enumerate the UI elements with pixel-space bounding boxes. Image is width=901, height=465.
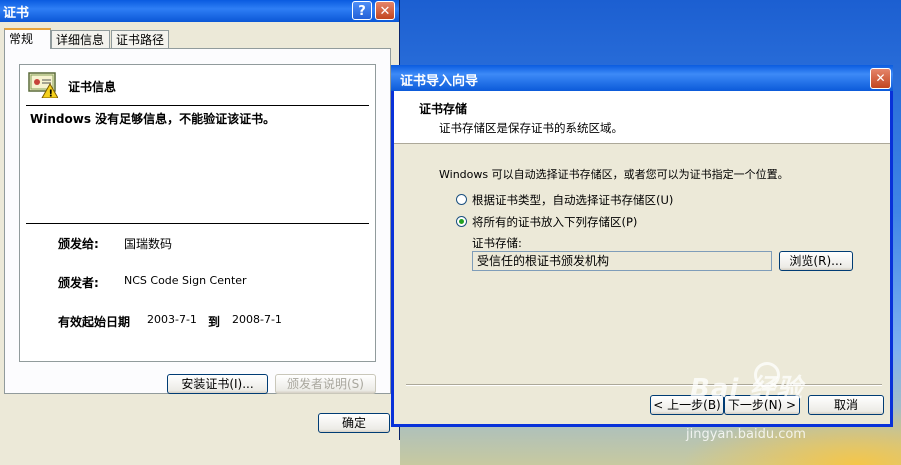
install-certificate-button[interactable]: 安装证书(I)... <box>167 374 268 394</box>
verification-warning: Windows 没有足够信息，不能验证该证书。 <box>30 112 276 126</box>
close-button[interactable]: ✕ <box>375 1 395 20</box>
wizard-separator <box>406 384 882 386</box>
validity-from: 2003-7-1 <box>147 313 197 326</box>
validity-to-label: 到 <box>208 315 221 329</box>
wizard-header-subtitle: 证书存储区是保存证书的系统区域。 <box>439 121 623 135</box>
general-tab-panel: ! 证书信息 Windows 没有足够信息，不能验证该证书。 颁发给: 国瑞数码… <box>4 48 391 394</box>
wizard-close-button[interactable]: ✕ <box>870 68 891 89</box>
tab-general[interactable]: 常规 <box>4 28 51 49</box>
issued-to-value: 国瑞数码 <box>124 237 173 251</box>
baidu-watermark-url: jingyan.baidu.com <box>686 427 806 442</box>
tab-cert-path[interactable]: 证书路径 <box>111 30 169 48</box>
certificate-dialog: 证书 ? ✕ 常规 详细信息 证书路径 ! 证书信息 Windows 没有足够信… <box>0 0 400 440</box>
option-auto-label[interactable]: 根据证书类型，自动选择证书存储区(U) <box>472 192 673 208</box>
svg-text:!: ! <box>49 89 54 99</box>
browse-button[interactable]: 浏览(R)... <box>779 251 853 271</box>
certificate-dialog-title: 证书 <box>3 6 30 21</box>
certificate-import-wizard: 证书导入向导 ✕ 证书存储 证书存储区是保存证书的系统区域。 Windows 可… <box>391 65 893 427</box>
issued-by-value: NCS Code Sign Center <box>124 274 247 287</box>
validity-label: 有效起始日期 <box>58 315 131 329</box>
wizard-header-title: 证书存储 <box>419 102 468 116</box>
cancel-button[interactable]: 取消 <box>808 395 884 415</box>
tab-details[interactable]: 详细信息 <box>51 30 110 48</box>
certificate-info-box: ! 证书信息 Windows 没有足够信息，不能验证该证书。 颁发给: 国瑞数码… <box>19 64 376 362</box>
issued-by-label: 颁发者: <box>58 276 99 290</box>
certificate-info-title: 证书信息 <box>68 80 117 94</box>
issuer-statement-button[interactable]: 颁发者说明(S) <box>275 374 376 394</box>
wizard-header: 证书存储 证书存储区是保存证书的系统区域。 <box>394 91 890 144</box>
issued-to-label: 颁发给: <box>58 237 99 251</box>
wizard-description: Windows 可以自动选择证书存储区，或者您可以为证书指定一个位置。 <box>439 168 789 181</box>
certificate-title-bar[interactable]: 证书 ? ✕ <box>0 0 399 22</box>
wizard-title: 证书导入向导 <box>400 74 479 89</box>
radio-auto-select[interactable] <box>456 194 467 205</box>
store-label: 证书存储: <box>472 236 522 250</box>
option-manual-label[interactable]: 将所有的证书放入下列存储区(P) <box>472 214 637 230</box>
validity-to: 2008-7-1 <box>232 313 282 326</box>
help-button[interactable]: ? <box>352 1 372 20</box>
baidu-watermark: Bai 经验 <box>690 374 804 404</box>
radio-manual-store[interactable] <box>456 216 467 227</box>
baidu-paw-icon <box>754 362 780 388</box>
lower-strip <box>0 440 400 465</box>
divider-top <box>26 105 369 106</box>
wizard-title-bar[interactable]: 证书导入向导 ✕ <box>391 65 893 91</box>
certificate-warning-icon: ! <box>28 72 58 98</box>
ok-button[interactable]: 确定 <box>318 413 390 433</box>
store-field[interactable]: 受信任的根证书颁发机构 <box>472 251 772 271</box>
divider-middle <box>26 223 369 224</box>
